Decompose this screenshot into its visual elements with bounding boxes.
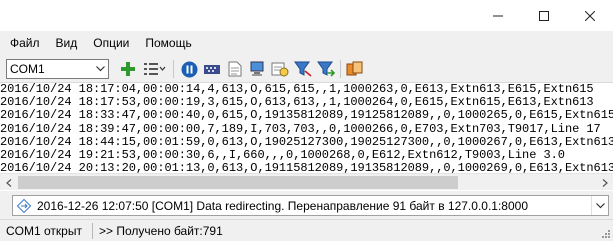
resize-grip-icon[interactable] — [601, 229, 611, 239]
data-line: 2016/10/24 18:44:15,00:01:59,0,613,O,190… — [0, 134, 613, 149]
log-schedule-icon — [271, 62, 289, 77]
log-message-box[interactable]: 2016-12-26 12:07:50 [COM1] Data redirect… — [12, 195, 609, 216]
port-settings-button[interactable] — [203, 60, 221, 78]
data-lines: 2016/10/24 18:17:04,00:00:14,4,613,O,615… — [0, 83, 613, 177]
data-line: 2016/10/24 18:33:47,00:00:40,0,615,O,191… — [0, 108, 613, 123]
minimize-button[interactable] — [475, 0, 521, 31]
chevron-right-icon — [602, 178, 608, 187]
config-list-button[interactable] — [143, 60, 167, 78]
document-icon — [228, 61, 242, 77]
scroll-thumb[interactable] — [18, 176, 458, 189]
filter-arrow-icon — [317, 61, 335, 77]
log-message: 2016-12-26 12:07:50 [COM1] Data redirect… — [37, 198, 528, 213]
horizontal-scrollbar[interactable] — [0, 173, 613, 190]
port-settings-icon — [204, 65, 220, 74]
menu-file[interactable]: Файл — [10, 36, 40, 50]
pc-button[interactable] — [248, 60, 266, 78]
toolbar-divider — [173, 60, 174, 78]
minimize-icon — [493, 15, 503, 16]
menu-bar: Файл Вид Опции Помощь — [0, 31, 613, 55]
port-select[interactable]: COM1 — [6, 59, 109, 79]
toolbar-divider — [340, 60, 341, 78]
port-select-value: COM1 — [10, 62, 45, 76]
log-pane: 2016-12-26 12:07:50 [COM1] Data redirect… — [0, 191, 613, 219]
toolbar: COM1 — [0, 55, 613, 83]
filter-icon — [294, 61, 312, 77]
log-dropdown-button[interactable] — [591, 196, 608, 215]
log-schedule-button[interactable] — [271, 60, 289, 78]
menu-help[interactable]: Помощь — [145, 36, 191, 50]
chevron-down-icon — [92, 60, 108, 78]
add-icon — [121, 62, 135, 76]
document-button[interactable] — [226, 60, 244, 78]
add-button[interactable] — [119, 60, 137, 78]
list-config-icon — [144, 63, 166, 75]
maximize-icon — [539, 10, 549, 21]
chevron-down-icon — [595, 202, 605, 208]
close-button[interactable] — [567, 0, 613, 31]
title-bar — [0, 0, 613, 31]
menu-view[interactable]: Вид — [56, 36, 78, 50]
status-bar: COM1 открыт >> Получено байт:791 — [0, 219, 613, 241]
scroll-left-button[interactable] — [0, 174, 17, 191]
status-received-bytes: >> Получено байт:791 — [99, 223, 223, 238]
maximize-button[interactable] — [521, 0, 567, 31]
diamond-arrows-icon — [15, 196, 33, 215]
close-icon — [585, 10, 595, 21]
redirect-button[interactable] — [346, 60, 364, 78]
pc-icon — [250, 61, 264, 76]
chevron-left-icon — [5, 178, 11, 187]
filter-button[interactable] — [294, 60, 312, 78]
redirect-icon — [346, 61, 363, 76]
pause-button[interactable] — [180, 60, 198, 78]
menu-options[interactable]: Опции — [93, 36, 129, 50]
data-line: 2016/10/24 18:39:47,00:00:00,7,189,I,703… — [0, 121, 601, 136]
pause-icon — [181, 61, 197, 77]
status-divider — [92, 222, 93, 239]
scroll-right-button[interactable] — [596, 174, 613, 191]
status-port-state: COM1 открыт — [6, 223, 82, 238]
filter-redirect-button[interactable] — [317, 60, 335, 78]
